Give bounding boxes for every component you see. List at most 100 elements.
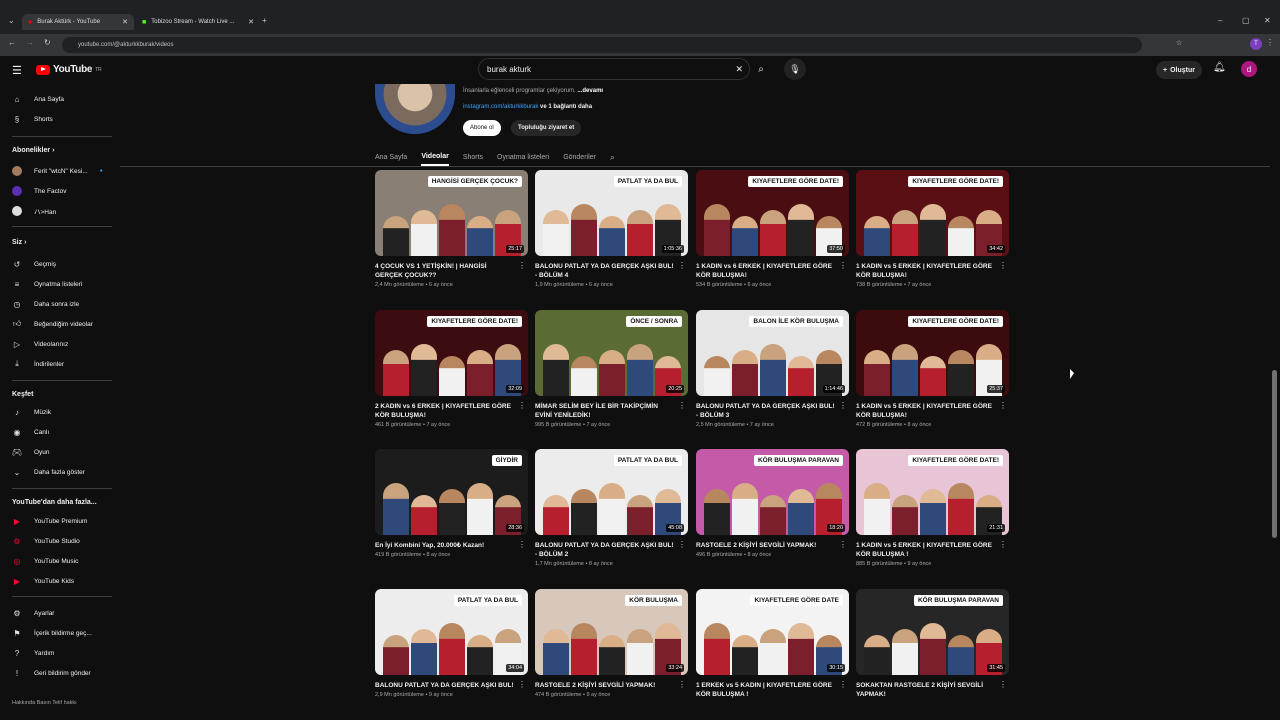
sidebar-item-subscription[interactable]: ハ>Han	[12, 204, 56, 218]
profile-avatar[interactable]: T	[1250, 38, 1262, 50]
video-menu-icon[interactable]: ⋮	[518, 261, 526, 270]
video-title[interactable]: BALONU PATLAT YA DA GERÇEK AŞKI BUL! - B…	[535, 262, 675, 280]
sidebar-item-settings[interactable]: ⚙ Ayarlar	[12, 606, 54, 620]
video-menu-icon[interactable]: ⋮	[678, 261, 686, 270]
video-menu-icon[interactable]: ⋮	[839, 401, 847, 410]
video-menu-icon[interactable]: ⋮	[999, 540, 1007, 549]
video-thumbnail[interactable]: KÖR BULUŞMA PARAVAN 31:45	[856, 589, 1009, 675]
youtube-logo[interactable]: YouTube TR	[36, 64, 102, 75]
url-field[interactable]: youtube.com/@akturkkburak/videos	[62, 37, 1142, 53]
channel-link[interactable]: instagram.com/akturkkburak ve 1 bağlantı…	[463, 104, 592, 110]
forward-icon[interactable]: →	[26, 38, 34, 47]
video-card[interactable]: ÖNCE / SONRA 20:25 MİMAR SELİM BEY İLE BİR…	[535, 310, 688, 428]
video-thumbnail[interactable]: KIYAFETLERE GÖRE DATE! 37:50	[696, 170, 849, 256]
video-card[interactable]: KÖR BULUŞMA PARAVAN 18:20 RASTGELE 2 KİŞİY…	[696, 449, 849, 558]
video-thumbnail[interactable]: KIYAFETLERE GÖRE DATE! 25:37	[856, 310, 1009, 396]
browser-menu-icon[interactable]: ⋮	[1266, 38, 1274, 47]
video-card[interactable]: KÖR BULUŞMA PARAVAN 31:45 SOKAKTAN RASTGEL…	[856, 589, 1009, 701]
video-menu-icon[interactable]: ⋮	[518, 540, 526, 549]
search-button[interactable]: ⌕	[750, 58, 772, 80]
maximize-icon[interactable]: ▢	[1242, 16, 1250, 25]
video-thumbnail[interactable]: PATLAT YA DA BUL 34:04	[375, 589, 528, 675]
video-card[interactable]: KIYAFETLERE GÖRE DATE! 21:31 1 KADIN vs 5 …	[856, 449, 1009, 567]
sidebar-item-report-history[interactable]: ⚑ İçerik bildirme geç...	[12, 626, 91, 640]
video-menu-icon[interactable]: ⋮	[678, 401, 686, 410]
video-card[interactable]: KIYAFETLERE GÖRE DATE! 37:50 1 KADIN vs 6 …	[696, 170, 849, 288]
hamburger-menu-icon[interactable]: ☰	[12, 64, 22, 77]
sidebar-item-subscription[interactable]: Ferit "wtcN" Kesi... ●	[12, 164, 103, 178]
video-thumbnail[interactable]: KIYAFETLERE GÖRE DATE! 21:31	[856, 449, 1009, 535]
video-title[interactable]: 1 KADIN vs 5 ERKEK | KIYAFETLERE GÖRE KÖ…	[856, 541, 996, 559]
tab-home[interactable]: Ana Sayfa	[375, 148, 407, 166]
video-menu-icon[interactable]: ⋮	[518, 680, 526, 689]
video-title[interactable]: 1 KADIN vs 5 ERKEK | KIYAFETLERE GÖRE KÖ…	[856, 262, 996, 280]
new-tab-icon[interactable]: +	[262, 16, 267, 25]
video-menu-icon[interactable]: ⋮	[839, 540, 847, 549]
video-title[interactable]: 1 KADIN vs 5 ERKEK | KIYAFETLERE GÖRE KÖ…	[856, 402, 996, 420]
sidebar-item-kids[interactable]: ▶ YouTube Kids	[12, 574, 74, 588]
video-card[interactable]: KIYAFETLERE GÖRE DATE! 32:09 2 KADIN vs 6 …	[375, 310, 528, 428]
channel-description[interactable]: İnsanlarla eğlenceli programlar çekiyoru…	[463, 88, 603, 94]
video-menu-icon[interactable]: ⋮	[839, 680, 847, 689]
page-scrollbar[interactable]	[1272, 370, 1277, 538]
account-avatar[interactable]: d	[1241, 61, 1257, 77]
video-title[interactable]: 1 ERKEK vs 5 KADIN | KIYAFETLERE GÖRE KÖ…	[696, 681, 836, 699]
sidebar-item-feedback[interactable]: ! Geri bildirim gönder	[12, 666, 91, 680]
reload-icon[interactable]: ↻	[44, 38, 51, 47]
notifications-bell-icon[interactable]: 🔔︎	[1213, 62, 1226, 73]
video-title[interactable]: RASTGELE 2 KİŞİYİ SEVGİLİ YAPMAK!	[696, 541, 836, 550]
video-thumbnail[interactable]: HANGİSİ GERÇEK ÇOCUK? 25:17	[375, 170, 528, 256]
sidebar-item-gaming[interactable]: 🎮︎ Oyun	[12, 445, 50, 459]
sidebar-item-your-videos[interactable]: ▷ Videolarınız	[12, 337, 68, 351]
sidebar-item-premium[interactable]: ▶ YouTube Premium	[12, 514, 87, 528]
browser-tab-youtube[interactable]: ● Burak Aktürk - YouTube ✕	[22, 14, 134, 30]
tab-posts[interactable]: Gönderiler	[563, 148, 596, 166]
video-thumbnail[interactable]: KÖR BULUŞMA PARAVAN 18:20	[696, 449, 849, 535]
video-card[interactable]: KÖR BULUŞMA 33:24 RASTGELE 2 KİŞİYİ SEVGİL…	[535, 589, 688, 698]
close-window-icon[interactable]: ✕	[1264, 16, 1271, 25]
video-card[interactable]: PATLAT YA DA BUL 1:05:36 BALONU PATLAT YA …	[535, 170, 688, 288]
video-menu-icon[interactable]: ⋮	[839, 261, 847, 270]
sidebar-item-live[interactable]: ◉ Canlı	[12, 425, 50, 439]
video-title[interactable]: 2 KADIN vs 6 ERKEK | KIYAFETLERE GÖRE KÖ…	[375, 402, 515, 420]
video-menu-icon[interactable]: ⋮	[999, 261, 1007, 270]
sidebar-item-shorts[interactable]: § Shorts	[12, 112, 53, 126]
browser-tab-tobizoo[interactable]: ■ Tobizoo Stream - Watch Live ... ✕	[142, 14, 254, 30]
video-title[interactable]: SOKAKTAN RASTGELE 2 KİŞİYİ SEVGİLİ YAPMA…	[856, 681, 996, 699]
video-title[interactable]: MİMAR SELİM BEY İLE BİR TAKİPÇİMİN EVİNİ…	[535, 402, 675, 420]
sidebar-item-liked[interactable]: 👍︎ Beğendiğim videolar	[12, 317, 93, 331]
video-menu-icon[interactable]: ⋮	[518, 401, 526, 410]
subscriptions-heading[interactable]: Abonelikler ›	[12, 147, 54, 154]
subscribe-button[interactable]: Abone ol	[463, 120, 501, 136]
tab-playlists[interactable]: Oynatma listeleri	[497, 148, 549, 166]
bookmark-star-icon[interactable]: ☆	[1176, 39, 1182, 47]
sidebar-item-music[interactable]: ♪ Müzik	[12, 405, 51, 419]
sidebar-item-music-app[interactable]: ◎ YouTube Music	[12, 554, 79, 568]
video-card[interactable]: KIYAFETLERE GÖRE DATE! 25:37 1 KADIN vs 5 …	[856, 310, 1009, 428]
video-menu-icon[interactable]: ⋮	[999, 401, 1007, 410]
video-card[interactable]: GİYDİR 28:36 En İyi Kombini Yap, 20.000₺ K…	[375, 449, 528, 558]
video-card[interactable]: KIYAFETLERE GÖRE DATE 30:15 1 ERKEK vs 5 K…	[696, 589, 849, 701]
video-title[interactable]: BALONU PATLAT YA DA GERÇEK AŞKI BUL! - B…	[696, 402, 836, 420]
video-title[interactable]: 1 KADIN vs 6 ERKEK | KIYAFETLERE GÖRE KÖ…	[696, 262, 836, 280]
video-thumbnail[interactable]: KIYAFETLERE GÖRE DATE 30:15	[696, 589, 849, 675]
visit-community-button[interactable]: Topluluğu ziyaret et	[511, 120, 582, 136]
sidebar-item-history[interactable]: ↺ Geçmiş	[12, 257, 56, 271]
sidebar-item-studio[interactable]: ⚙ YouTube Studio	[12, 534, 79, 548]
video-thumbnail[interactable]: GİYDİR 28:36	[375, 449, 528, 535]
close-tab-icon[interactable]: ✕	[248, 18, 254, 26]
video-thumbnail[interactable]: KÖR BULUŞMA 33:24	[535, 589, 688, 675]
sidebar-item-playlists[interactable]: ≡ Oynatma listeleri	[12, 277, 83, 291]
tab-videos[interactable]: Videolar	[421, 148, 449, 166]
sidebar-item-help[interactable]: ? Yardım	[12, 646, 55, 660]
video-card[interactable]: HANGİSİ GERÇEK ÇOCUK? 25:17 4 ÇOCUK VS 1 Y…	[375, 170, 528, 288]
you-heading[interactable]: Siz ›	[12, 239, 26, 246]
channel-search-icon[interactable]: ⌕	[610, 148, 615, 166]
sidebar-item-home[interactable]: ⌂ Ana Sayfa	[12, 92, 64, 106]
create-button[interactable]: + Oluştur	[1156, 61, 1202, 79]
video-title[interactable]: BALONU PATLAT YA DA GERÇEK AŞKI BUL! - B…	[535, 541, 675, 559]
minimize-icon[interactable]: –	[1218, 16, 1222, 25]
video-thumbnail[interactable]: KIYAFETLERE GÖRE DATE! 32:09	[375, 310, 528, 396]
video-menu-icon[interactable]: ⋮	[678, 680, 686, 689]
tab-list-icon[interactable]: ⌄	[8, 16, 15, 25]
